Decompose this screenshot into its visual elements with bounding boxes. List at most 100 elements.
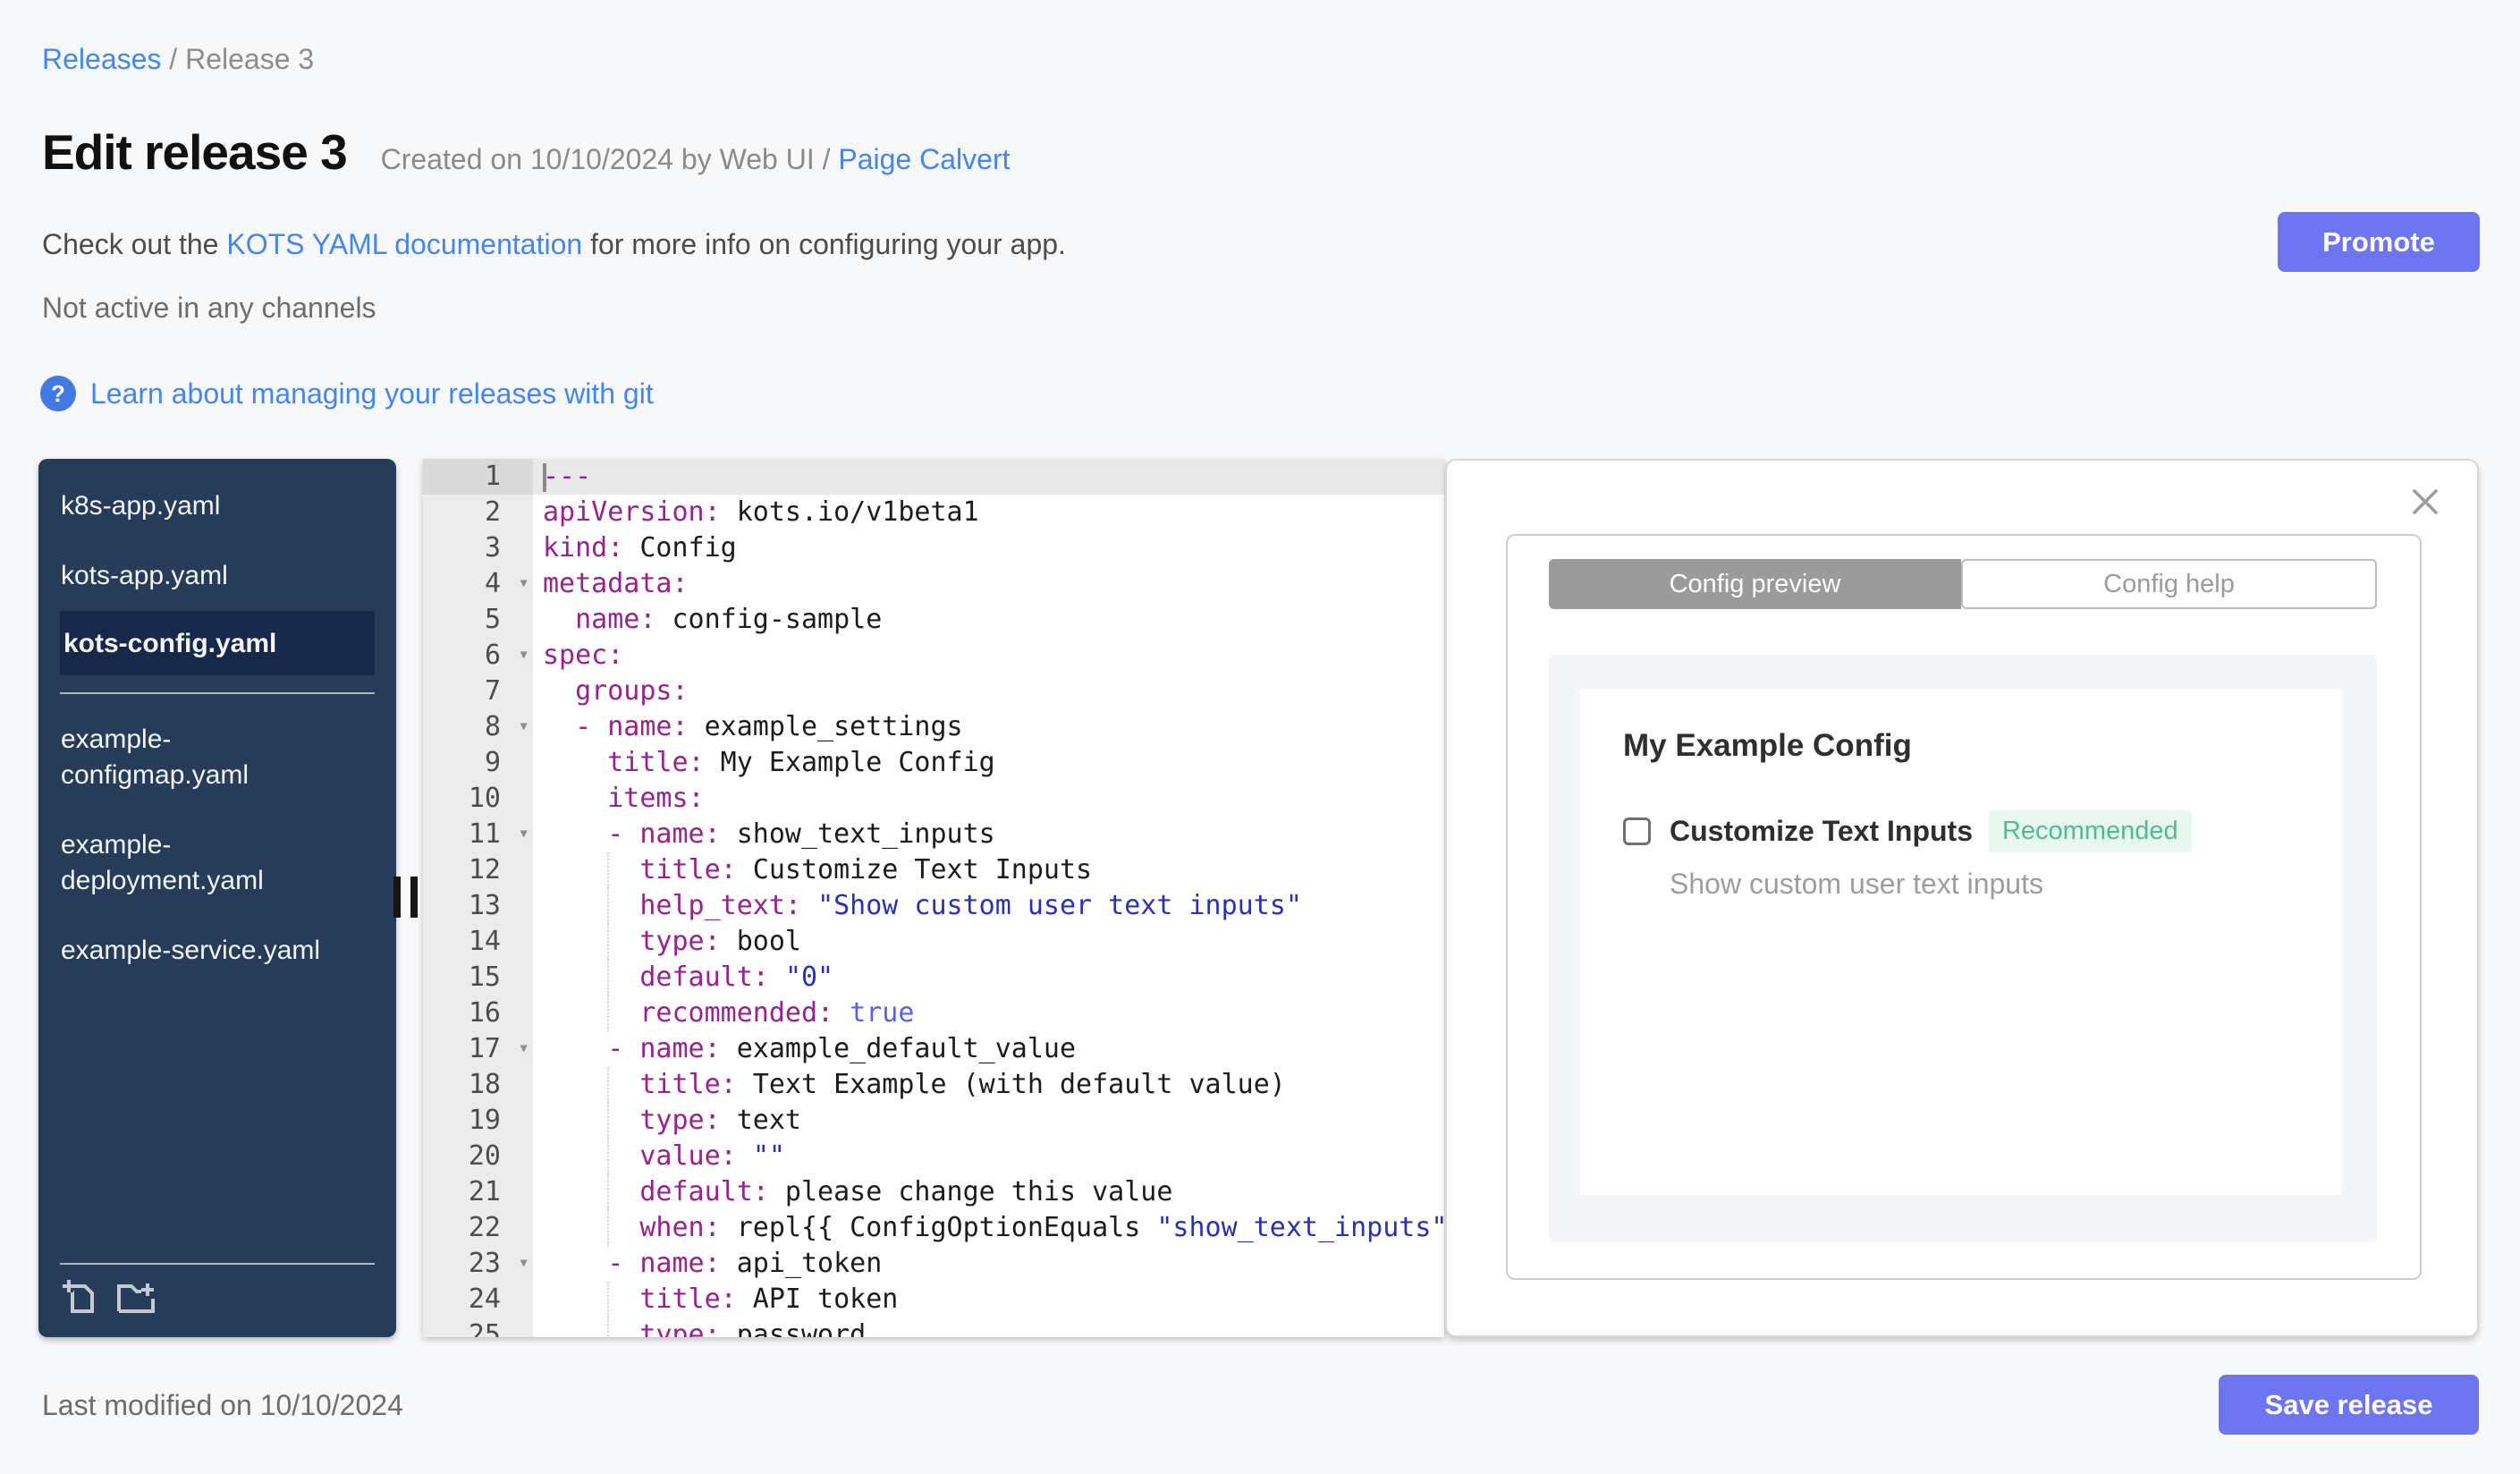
fold-arrow-icon[interactable]: ▾ [518,1029,529,1065]
add-folder-button[interactable] [115,1277,156,1319]
token-key: - name: [607,1033,721,1064]
code-text: kind: Config [533,530,1444,566]
token-plain: Customize Text Inputs [736,854,1093,885]
code-text: apiVersion: kots.io/v1beta1 [533,495,1444,530]
tab-config-help[interactable]: Config help [1961,559,2377,609]
code-line-21[interactable]: 21 default: please change this value [423,1174,1444,1210]
code-line-12[interactable]: 12 title: Customize Text Inputs [423,852,1444,888]
code-line-3[interactable]: 3 kind: Config [423,530,1444,566]
code-line-10[interactable]: 10 items: [423,781,1444,817]
line-number: 23 ▾ [423,1246,533,1282]
code-line-20[interactable]: 20 value: "" [423,1139,1444,1174]
code-line-2[interactable]: 2 apiVersion: kots.io/v1beta1 [423,495,1444,530]
token-plain: bool [720,926,801,957]
code-line-6[interactable]: 6 ▾ spec: [423,638,1444,673]
line-number: 12 [423,852,533,888]
indent-guide [607,960,610,995]
token-plain: password [720,1319,867,1337]
git-help-row: ? Learn about managing your releases wit… [40,376,654,411]
fold-arrow-icon[interactable]: ▾ [518,1244,529,1280]
code-text: default: please change this value [533,1174,1444,1210]
help-icon[interactable]: ? [40,376,76,411]
code-line-22[interactable]: 22 when: repl{{ ConfigOptionEquals "show… [423,1210,1444,1246]
line-number: 25 [423,1317,533,1337]
token-plain: kots.io/v1beta1 [720,496,979,528]
code-line-1[interactable]: 1 --- [423,459,1444,495]
code-line-9[interactable]: 9 title: My Example Config [423,745,1444,781]
code-line-14[interactable]: 14 type: bool [423,924,1444,960]
promote-button[interactable]: Promote [2278,212,2480,272]
code-editor[interactable]: 1 --- 2 apiVersion: kots.io/v1beta1 3 kind: C… [423,459,1444,1337]
sidebar-footer-actions [60,1277,375,1319]
code-line-5[interactable]: 5 name: config-sample [423,602,1444,638]
sidebar-item-example-deployment.yaml[interactable]: example-deployment.yaml [38,810,396,916]
code-line-25[interactable]: 25 type: password [423,1317,1444,1337]
recommended-badge: Recommended [1988,810,2192,852]
code-text: - name: api_token [533,1246,1444,1282]
tab-config-preview[interactable]: Config preview [1549,559,1961,609]
code-line-7[interactable]: 7 groups: [423,673,1444,709]
fold-arrow-icon[interactable]: ▾ [518,636,529,672]
token-key: help_text: [639,890,801,921]
token-plain: please change this value [768,1176,1173,1207]
token-plain: repl{{ ConfigOptionEquals [720,1212,1157,1243]
indent-guide [607,1210,610,1246]
code-text: value: "" [533,1139,1444,1174]
git-releases-link[interactable]: Learn about managing your releases with … [90,377,654,411]
code-line-15[interactable]: 15 default: "0" [423,960,1444,995]
code-line-13[interactable]: 13 help_text: "Show custom user text inp… [423,888,1444,924]
sidebar-item-example-configmap.yaml[interactable]: example-configmap.yaml [38,705,396,810]
indent-guide [607,1139,610,1174]
config-item-row: Customize Text Inputs Recommended [1623,810,2342,852]
code-text: recommended: true [533,995,1444,1031]
code-line-23[interactable]: 23 ▾ - name: api_token [423,1246,1444,1282]
token-key: type: [639,1105,721,1136]
code-line-18[interactable]: 18 title: Text Example (with default val… [423,1067,1444,1103]
sidebar-item-kots-config.yaml[interactable]: kots-config.yaml [60,611,375,675]
code-line-4[interactable]: 4 ▾ metadata: [423,566,1444,602]
fold-arrow-icon[interactable]: ▾ [518,707,529,743]
code-line-17[interactable]: 17 ▾ - name: example_default_value [423,1031,1444,1067]
token-plain: My Example Config [704,747,995,778]
sidebar-item-k8s-app.yaml[interactable]: k8s-app.yaml [38,471,396,541]
sidebar-resize-handle[interactable] [393,877,418,918]
sidebar-item-example-service.yaml[interactable]: example-service.yaml [38,916,396,986]
token-plain: Text Example (with default value) [736,1069,1286,1100]
add-file-button[interactable] [60,1277,101,1319]
file-name: example-configmap.yaml [61,724,249,790]
code-line-11[interactable]: 11 ▾ - name: show_text_inputs [423,817,1444,852]
line-number: 8 ▾ [423,709,533,745]
fold-arrow-icon[interactable]: ▾ [518,815,529,851]
line-number: 13 [423,888,533,924]
token-key: default: [639,1176,769,1207]
kots-yaml-doc-link[interactable]: KOTS YAML documentation [226,228,582,260]
code-line-16[interactable]: 16 recommended: true [423,995,1444,1031]
token-str: "0" [784,961,834,993]
code-line-24[interactable]: 24 title: API token [423,1282,1444,1317]
save-release-button[interactable]: Save release [2219,1375,2479,1435]
fold-arrow-icon[interactable]: ▾ [518,564,529,600]
indent-guide [607,995,610,1031]
token-bool: true [850,997,915,1029]
code-text: when: repl{{ ConfigOptionEquals "show_te… [533,1210,1444,1246]
line-number: 22 [423,1210,533,1246]
token-key: type: [639,1319,721,1337]
config-checkbox[interactable] [1623,817,1651,845]
sidebar-item-kots-app.yaml[interactable]: kots-app.yaml [38,541,396,611]
code-line-8[interactable]: 8 ▾ - name: example_settings [423,709,1444,745]
breadcrumb-releases-link[interactable]: Releases [42,43,161,75]
code-line-19[interactable]: 19 type: text [423,1103,1444,1139]
code-text: --- [533,459,1444,495]
close-icon[interactable] [2407,484,2443,520]
line-number: 7 [423,673,533,709]
author-link[interactable]: Paige Calvert [838,143,1010,175]
token-key: type: [639,926,721,957]
file-name: kots-app.yaml [61,561,228,590]
indent-guide [607,852,610,888]
